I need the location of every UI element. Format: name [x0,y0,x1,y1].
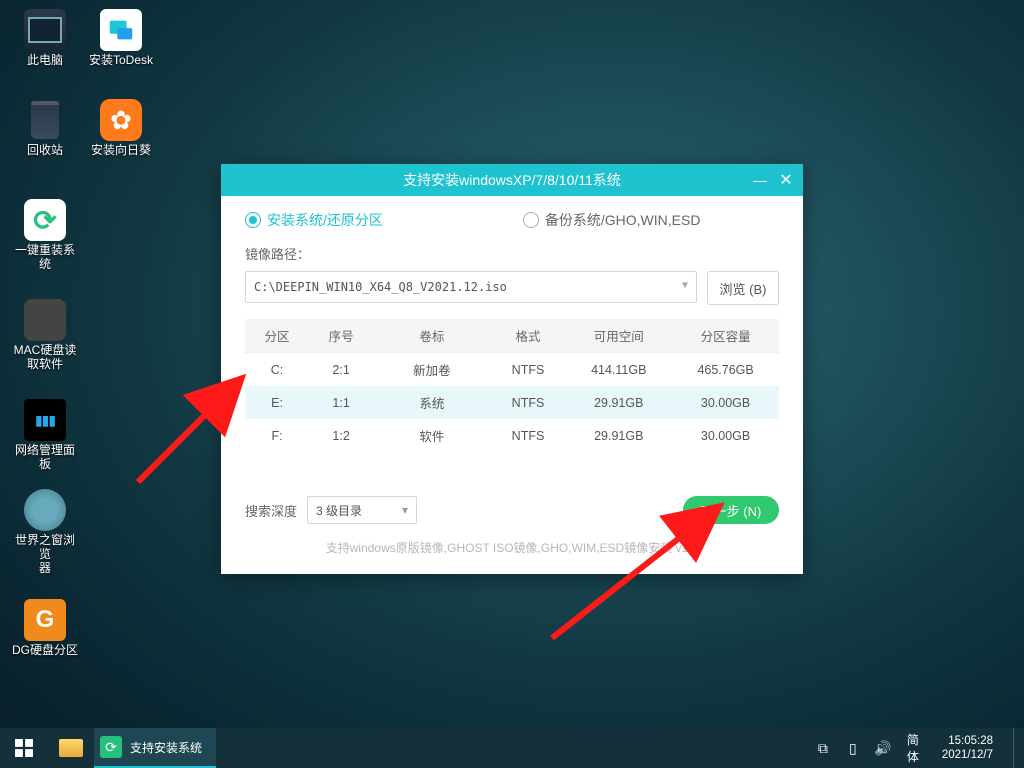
installer-app-icon: ⟳ [100,736,122,758]
partition-cell-index: 1:1 [309,386,373,419]
image-path-label: 镜像路径： [245,244,779,263]
tray-ime[interactable]: 简体 [904,731,922,765]
col-label: 卷标 [373,319,490,353]
installer-titlebar[interactable]: 支持安装windowsXP/7/8/10/11系统 — ✕ [221,164,803,196]
reinstall-icon [24,199,66,241]
partition-row[interactable]: E:1:1系统NTFS29.91GB30.00GB [245,386,779,419]
partition-cell-index: 1:2 [309,419,373,452]
col-partition: 分区 [245,319,309,353]
taskbar: ⟳ 支持安装系统 ⧉ ▯ 🔊 简体 15:05:28 2021/12/7 [0,728,1024,768]
desktop-icon-this-pc[interactable]: 此电脑 [10,5,80,67]
search-depth-value: 3 级目录 [316,502,362,519]
radio-label: 安装系统/还原分区 [267,210,383,230]
desktop-icon-browser[interactable]: 世界之窗浏览 器 [10,485,80,575]
partition-cell-label: 系统 [373,386,490,419]
radio-circle-icon [523,212,539,228]
partition-cell-part: F: [245,419,309,452]
radio-backup[interactable]: 备份系统/GHO,WIN,ESD [523,210,701,230]
desktop-icon-recycle-bin[interactable]: 回收站 [10,95,80,157]
taskbar-clock[interactable]: 15:05:28 2021/12/7 [934,734,1001,762]
close-button[interactable]: ✕ [775,169,797,191]
network-panel-icon [24,399,66,441]
installer-title: 支持安装windowsXP/7/8/10/11系统 [403,170,621,190]
partition-cell-label: 软件 [373,419,490,452]
radio-label: 备份系统/GHO,WIN,ESD [545,210,701,230]
partition-cell-part: C: [245,353,309,387]
radio-install-restore[interactable]: 安装系统/还原分区 [245,210,383,230]
show-desktop-button[interactable] [1013,728,1020,768]
partition-cell-label: 新加卷 [373,353,490,387]
desktop-icon-mac-disk[interactable]: MAC硬盘读 取软件 [10,295,80,371]
start-button[interactable] [0,728,48,768]
desktop-icon-reinstall[interactable]: 一键重装系统 [10,195,80,271]
partition-row[interactable]: C:2:1新加卷NTFS414.11GB465.76GB [245,353,779,387]
todesk-icon [100,9,142,51]
partition-cell-part: E: [245,386,309,419]
desktop-icon-label: 网络管理面板 [10,443,80,471]
partition-cell-free: 29.91GB [565,419,672,452]
partition-cell-size: 465.76GB [672,353,779,387]
system-tray: ⧉ ▯ 🔊 简体 15:05:28 2021/12/7 [814,728,1024,768]
col-size: 分区容量 [672,319,779,353]
desktop-icon-label: 回收站 [10,143,80,157]
dg-icon [24,599,66,641]
desktop-icon-network-panel[interactable]: 网络管理面板 [10,395,80,471]
partition-row[interactable]: F:1:2软件NTFS29.91GB30.00GB [245,419,779,452]
taskbar-date: 2021/12/7 [942,748,993,762]
globe-icon [24,489,66,531]
tray-volume-icon[interactable]: 🔊 [874,740,892,757]
col-format: 格式 [491,319,566,353]
windows-logo-icon [15,739,33,757]
tray-battery-icon[interactable]: ▯ [844,740,862,757]
desktop-icon-todesk[interactable]: 安装ToDesk [86,5,156,67]
desktop-icon-label: 世界之窗浏览 器 [10,533,80,575]
desktop-icon-label: 此电脑 [10,53,80,67]
search-depth-label: 搜索深度 [245,501,297,520]
radio-dot-icon [245,212,261,228]
desktop-icon-label: MAC硬盘读 取软件 [10,343,80,371]
partition-cell-free: 414.11GB [565,353,672,387]
image-path-dropdown[interactable]: C:\DEEPIN_WIN10_X64_Q8_V2021.12.iso ▼ [245,271,697,303]
col-index: 序号 [309,319,373,353]
partition-cell-format: NTFS [491,386,566,419]
partition-cell-format: NTFS [491,419,566,452]
col-free: 可用空间 [565,319,672,353]
this-pc-icon [24,9,66,51]
chevron-down-icon: ▼ [682,280,688,291]
installer-footer-note: 支持windows原版镜像,GHOST ISO镜像,GHO,WIM,ESD镜像安… [221,539,803,556]
taskbar-app-installer[interactable]: ⟳ 支持安装系统 [94,728,216,768]
desktop-icon-label: DG硬盘分区 [10,643,80,657]
partition-cell-index: 2:1 [309,353,373,387]
next-button[interactable]: 下一步 (N) [683,496,779,524]
desktop-icon-dg-partition[interactable]: DG硬盘分区 [10,595,80,657]
apple-icon [24,299,66,341]
partition-cell-format: NTFS [491,353,566,387]
desktop-icon-label: 安装ToDesk [86,53,156,67]
installer-window: 支持安装windowsXP/7/8/10/11系统 — ✕ 安装系统/还原分区 … [221,164,803,574]
sunflower-icon [100,99,142,141]
taskbar-app-label: 支持安装系统 [130,739,202,756]
minimize-button[interactable]: — [749,169,771,191]
desktop-icon-label: 安装向日葵 [86,143,156,157]
taskbar-file-explorer[interactable] [48,728,94,768]
image-path-value: C:\DEEPIN_WIN10_X64_Q8_V2021.12.iso [254,280,507,294]
search-depth-select[interactable]: 3 级目录 [307,496,417,524]
tray-network-icon[interactable]: ⧉ [814,740,832,757]
partition-cell-size: 30.00GB [672,386,779,419]
partition-cell-free: 29.91GB [565,386,672,419]
partition-cell-size: 30.00GB [672,419,779,452]
desktop-icon-sunflower[interactable]: 安装向日葵 [86,95,156,157]
taskbar-time: 15:05:28 [942,734,993,748]
partition-table: 分区 序号 卷标 格式 可用空间 分区容量 C:2:1新加卷NTFS414.11… [245,319,779,452]
browse-button[interactable]: 浏览 (B) [707,271,779,305]
desktop-icon-label: 一键重装系统 [10,243,80,271]
recycle-bin-icon [24,99,66,141]
